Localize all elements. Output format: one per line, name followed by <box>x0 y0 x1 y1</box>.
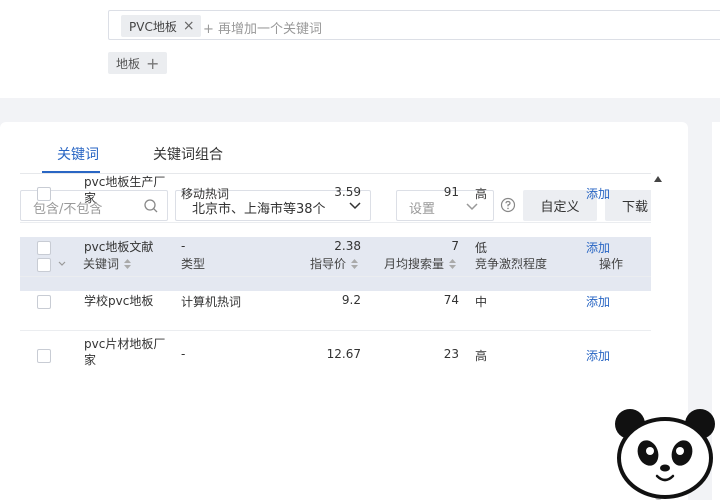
competition-cell: 中 <box>475 295 488 309</box>
keyword-cell: 学校pvc地板 <box>84 294 154 308</box>
tab-keyword-combination[interactable]: 关键词组合 <box>153 144 223 164</box>
plus-icon[interactable]: + <box>146 54 159 73</box>
keyword-placeholder[interactable]: + 再增加一个关键词 <box>203 18 322 37</box>
suggested-keyword-label: 地板 <box>116 56 141 71</box>
type-cell: - <box>181 347 186 361</box>
competition-cell: 高 <box>475 187 488 201</box>
keyword-cell: pvc地板文献 <box>84 240 154 254</box>
tab-keywords[interactable]: 关键词 <box>57 144 99 164</box>
add-link[interactable]: 添加 <box>586 185 610 202</box>
type-cell: 移动热词 <box>181 187 230 201</box>
table-row: pvc地板生产厂家 移动热词 3.59 91 高 添加 <box>20 169 651 223</box>
row-checkbox[interactable] <box>37 241 51 255</box>
volume-cell: 74 <box>443 293 459 307</box>
price-cell: 9.2 <box>341 293 361 307</box>
table-body: pvc地板生产厂家 移动热词 3.59 91 高 添加 pvc地板文献 - 2.… <box>20 169 651 378</box>
competition-cell: 高 <box>475 349 488 363</box>
suggested-keyword-tag[interactable]: 地板 + <box>108 52 168 74</box>
table-row: pvc地板文献 - 2.38 7 低 添加 <box>20 223 651 277</box>
keyword-tag: PVC地板 × <box>121 15 201 37</box>
row-checkbox[interactable] <box>37 295 51 309</box>
price-cell: 2.38 <box>334 239 361 253</box>
keyword-area: PVC地板 × + 再增加一个关键词 地板 + <box>0 0 720 98</box>
scroll-up-arrow-icon[interactable] <box>654 176 662 182</box>
volume-cell: 7 <box>451 239 459 253</box>
keyword-cell: pvc地板生产厂家 <box>84 175 166 205</box>
close-icon[interactable]: × <box>183 18 195 34</box>
add-link[interactable]: 添加 <box>586 239 610 256</box>
row-checkbox[interactable] <box>37 349 51 363</box>
price-cell: 3.59 <box>334 185 361 199</box>
row-checkbox[interactable] <box>37 187 51 201</box>
panda-mascot-icon <box>615 409 715 499</box>
add-link[interactable]: 添加 <box>586 293 610 310</box>
table-row: pvc片材地板厂家 - 12.67 23 高 添加 <box>20 331 651 378</box>
table-row: 学校pvc地板 计算机热词 9.2 74 中 添加 <box>20 277 651 331</box>
keyword-tag-label: PVC地板 <box>129 19 177 34</box>
competition-cell: 低 <box>475 241 488 255</box>
volume-cell: 91 <box>443 185 459 199</box>
keyword-cell: pvc片材地板厂家 <box>84 337 166 367</box>
volume-cell: 23 <box>443 347 459 361</box>
price-cell: 12.67 <box>326 347 361 361</box>
table-scrollbar[interactable] <box>651 169 665 378</box>
type-cell: 计算机热词 <box>181 295 242 309</box>
type-cell: - <box>181 239 186 253</box>
add-link[interactable]: 添加 <box>586 347 610 364</box>
keyword-input[interactable]: PVC地板 × + 再增加一个关键词 <box>108 10 720 40</box>
